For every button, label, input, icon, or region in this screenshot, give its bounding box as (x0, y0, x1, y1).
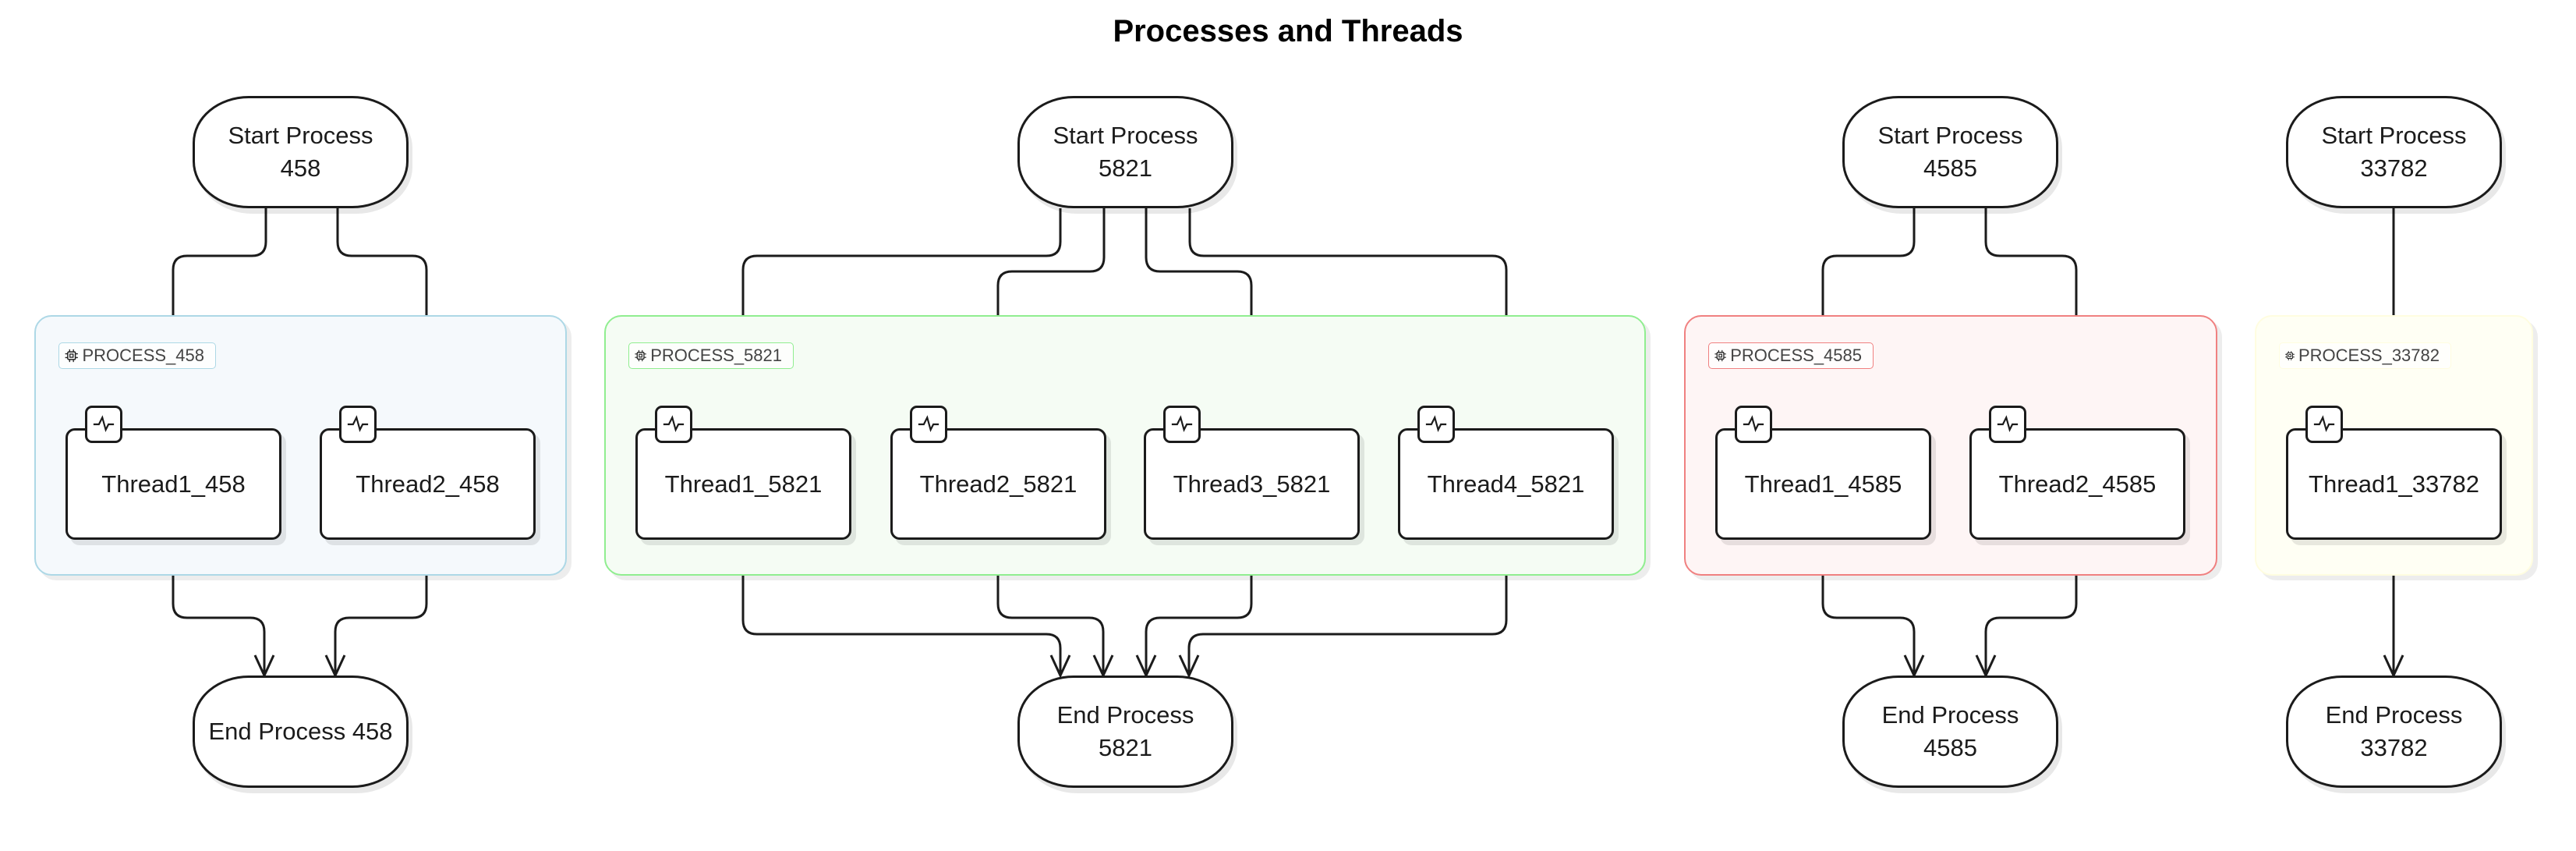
activity-pulse-icon (339, 406, 377, 443)
process-group-label: PROCESS_4585 (1708, 342, 1874, 369)
cpu-chip-icon (635, 349, 646, 362)
thread-node[interactable]: Thread1_33782 (2286, 406, 2502, 540)
start-process-node[interactable]: Start Process 5821 (1017, 96, 1233, 208)
thread-label: Thread1_4585 (1744, 470, 1902, 498)
thread-label: Thread1_33782 (2309, 470, 2479, 498)
activity-pulse-icon (2305, 406, 2343, 443)
thread-node[interactable]: Thread1_5821 (635, 406, 851, 540)
process-group-label-text: PROCESS_33782 (2298, 346, 2440, 365)
arrowhead-icon (1049, 654, 1071, 679)
diagram-title: Processes and Threads (1113, 14, 1463, 48)
thread-label: Thread4_5821 (1427, 470, 1585, 498)
process-group-label: PROCESS_5821 (628, 342, 794, 369)
arrowhead-icon (1135, 654, 1157, 679)
thread-label: Thread2_4585 (1998, 470, 2157, 498)
thread-node[interactable]: Thread1_4585 (1715, 406, 1931, 540)
end-process-node[interactable]: End Process 4585 (1842, 675, 2058, 788)
cpu-chip-icon (65, 349, 78, 363)
thread-label: Thread1_458 (101, 470, 246, 498)
arrowhead-icon (1903, 654, 1925, 679)
process-group-label: PROCESS_33782 (2279, 342, 2451, 369)
thread-node[interactable]: Thread2_458 (320, 406, 536, 540)
arrowhead-icon (1178, 654, 1200, 679)
process-group-label-text: PROCESS_458 (82, 346, 204, 365)
activity-pulse-icon (655, 406, 692, 443)
process-group-label-text: PROCESS_4585 (1730, 346, 1862, 365)
end-process-node[interactable]: End Process 5821 (1017, 675, 1233, 788)
thread-node[interactable]: Thread2_4585 (1969, 406, 2185, 540)
activity-pulse-icon (1735, 406, 1772, 443)
activity-pulse-icon (1417, 406, 1455, 443)
end-process-node[interactable]: End Process 458 (193, 675, 409, 788)
arrowhead-icon (2383, 654, 2404, 679)
start-process-node[interactable]: Start Process 458 (193, 96, 409, 208)
thread-node[interactable]: Thread1_458 (65, 406, 281, 540)
thread-label: Thread2_5821 (919, 470, 1077, 498)
start-process-node[interactable]: Start Process 33782 (2286, 96, 2502, 208)
cpu-chip-icon (2285, 351, 2295, 360)
thread-label: Thread3_5821 (1173, 470, 1331, 498)
end-process-node[interactable]: End Process 33782 (2286, 675, 2502, 788)
activity-pulse-icon (1163, 406, 1201, 443)
activity-pulse-icon (910, 406, 947, 443)
arrowhead-icon (253, 654, 275, 679)
activity-pulse-icon (1989, 406, 2026, 443)
arrowhead-icon (1975, 654, 1997, 679)
cpu-chip-icon (1714, 349, 1726, 362)
thread-label: Thread1_5821 (664, 470, 823, 498)
thread-node[interactable]: Thread3_5821 (1144, 406, 1360, 540)
process-group-label-text: PROCESS_5821 (650, 346, 782, 365)
process-group-label: PROCESS_458 (58, 342, 216, 369)
thread-label: Thread2_458 (356, 470, 500, 498)
thread-node[interactable]: Thread4_5821 (1398, 406, 1614, 540)
thread-node[interactable]: Thread2_5821 (890, 406, 1106, 540)
activity-pulse-icon (85, 406, 122, 443)
arrowhead-icon (324, 654, 346, 679)
arrowhead-icon (1092, 654, 1114, 679)
start-process-node[interactable]: Start Process 4585 (1842, 96, 2058, 208)
